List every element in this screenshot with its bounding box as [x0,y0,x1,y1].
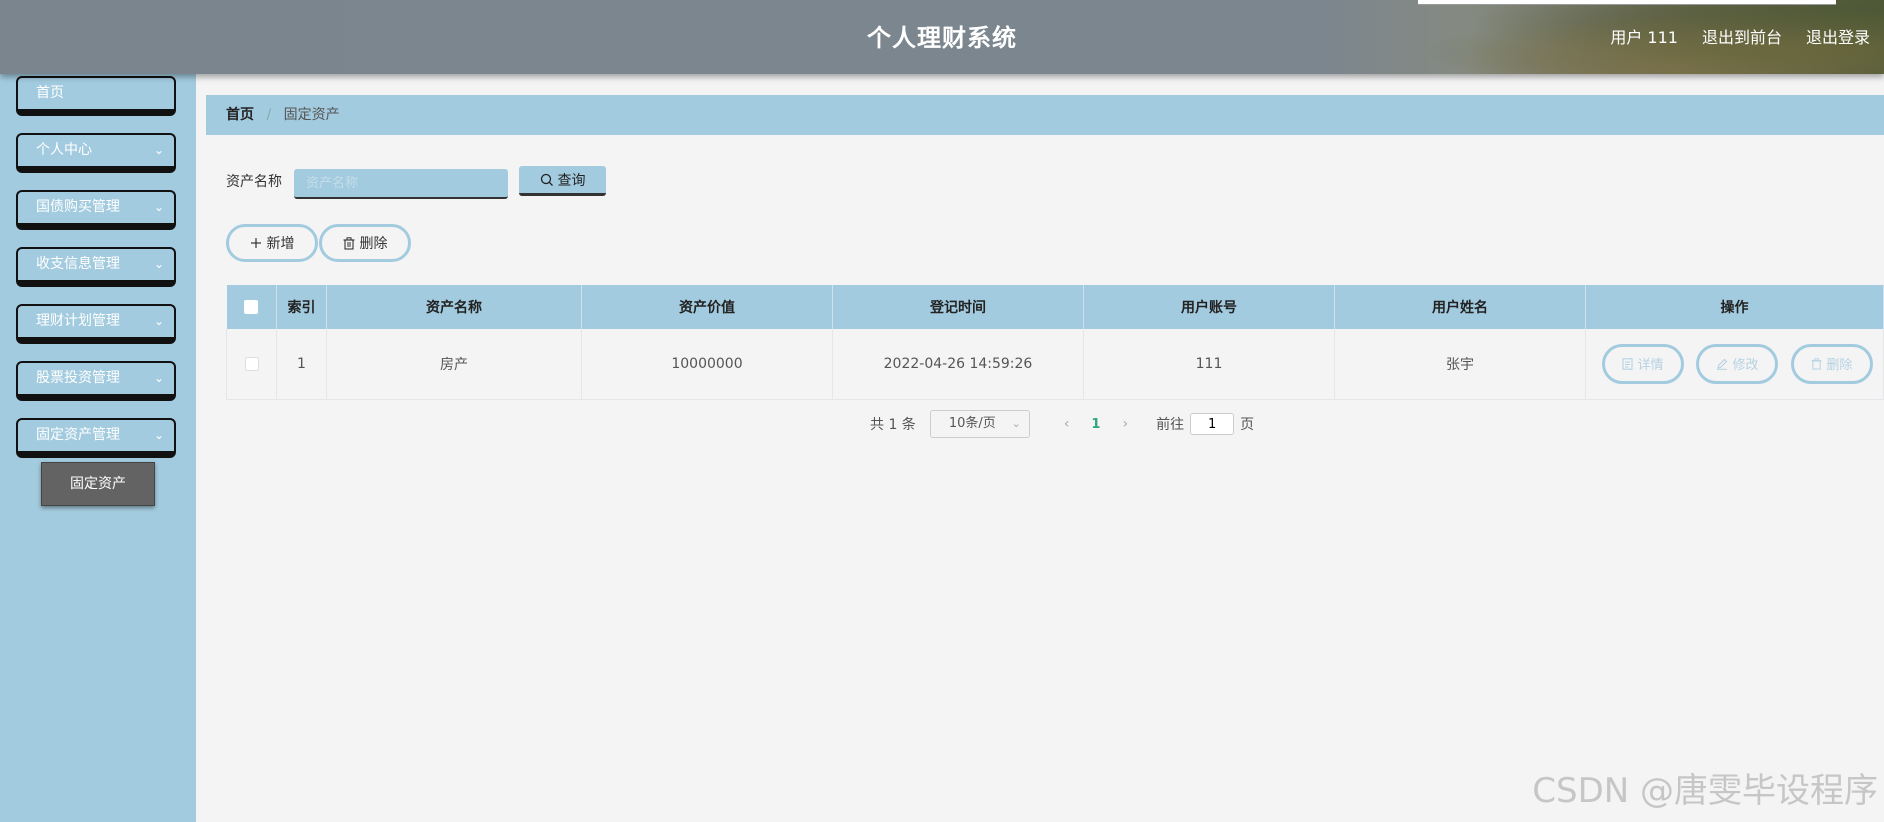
sidebar-item-label: 股票投资管理 [36,370,120,386]
edit-button-label: 修改 [1732,358,1759,374]
front-link[interactable]: 退出到前台 [1702,24,1782,48]
goto-label: 前往 [1156,417,1185,433]
cell-username: 张宇 [1334,329,1586,400]
search-label: 资产名称 [226,174,282,190]
table-header-row: 索引 资产名称 资产价值 登记时间 用户账号 用户姓名 操作 [226,285,1884,329]
add-button-label: 新增 [266,235,295,251]
delete-button-label: 删除 [359,235,388,251]
sidebar-item-label: 首页 [36,85,64,101]
breadcrumb-home[interactable]: 首页 [226,107,254,123]
sidebar-item-label: 理财计划管理 [36,313,120,329]
column-header-index: 索引 [276,285,327,329]
cell-time: 2022-04-26 14:59:26 [832,329,1084,400]
app-title: 个人理财系统 [867,24,1017,52]
submenu-fixed-asset[interactable]: 固定资产 [41,462,155,506]
chevron-down-icon: ⌄ [153,314,164,328]
search-icon [540,173,554,187]
edit-button[interactable]: 修改 [1696,343,1779,384]
breadcrumb: 首页 / 固定资产 [206,95,1884,135]
page-size-select[interactable]: 10条/页 ⌄ [929,410,1030,438]
detail-button-label: 详情 [1637,358,1664,374]
column-header-username: 用户姓名 [1334,285,1586,329]
sidebar-item-finance-plan[interactable]: 理财计划管理 ⌄ [16,304,176,344]
column-header-actions: 操作 [1585,285,1884,329]
column-header-value: 资产价值 [581,285,833,329]
detail-button[interactable]: 详情 [1602,343,1684,384]
cell-name: 房产 [326,329,582,400]
row-delete-button-label: 删除 [1826,358,1853,374]
breadcrumb-current: 固定资产 [283,107,340,123]
goto-page-input[interactable] [1190,413,1235,435]
top-header: 个人理财系统 用户 111 退出到前台 退出登录 [0,0,1884,74]
row-delete-button[interactable]: 删除 [1790,343,1873,384]
pagination-total: 共 1 条 [870,417,916,433]
page-number[interactable]: 1 [1091,417,1100,432]
sidebar: 首页 个人中心 ⌄ 国债购买管理 ⌄ 收支信息管理 ⌄ 理财计划管理 ⌄ 股票投… [0,74,196,822]
chevron-down-icon: ⌄ [153,200,164,214]
next-page-icon[interactable]: › [1122,416,1128,432]
screenshot-toolbar [1418,0,1836,5]
add-button[interactable]: 新增 [226,224,318,262]
prev-page-icon[interactable]: ‹ [1064,416,1070,432]
breadcrumb-separator: / [266,107,272,123]
column-header-name: 资产名称 [326,285,582,329]
header-nav: 用户 111 退出到前台 退出登录 [1610,24,1870,48]
trash-icon [343,236,355,250]
cell-actions: 详情 修改 删除 [1585,329,1884,400]
sidebar-item-income-expense[interactable]: 收支信息管理 ⌄ [16,247,176,287]
cell-value: 10000000 [581,329,833,400]
search-input[interactable] [294,169,508,199]
sidebar-item-stock-investment[interactable]: 股票投资管理 ⌄ [16,361,176,401]
chevron-down-icon: ⌄ [153,143,164,157]
pagination: 共 1 条 10条/页 ⌄ ‹ 1 › 前往 页 [870,410,1254,438]
delete-button[interactable]: 删除 [319,224,411,262]
user-label: 用户 111 [1610,28,1678,47]
sidebar-item-home[interactable]: 首页 [16,76,176,116]
asset-table: 索引 资产名称 资产价值 登记时间 用户账号 用户姓名 操作 1 房产 1000… [226,285,1884,400]
sidebar-item-personal-center[interactable]: 个人中心 ⌄ [16,133,176,173]
sidebar-item-label: 固定资产管理 [36,427,120,443]
column-header-account: 用户账号 [1083,285,1335,329]
search-button[interactable]: 查询 [519,166,606,196]
sidebar-item-bond-purchase[interactable]: 国债购买管理 ⌄ [16,190,176,230]
page-size-value: 10条/页 [948,416,996,431]
chevron-down-icon: ⌄ [153,257,164,271]
cell-account: 111 [1083,329,1335,400]
document-icon [1622,358,1634,370]
sidebar-item-label: 收支信息管理 [36,256,120,272]
row-checkbox[interactable] [244,356,259,371]
trash-icon [1811,358,1822,370]
chevron-down-icon: ⌄ [153,371,164,385]
table-row: 1 房产 10000000 2022-04-26 14:59:26 111 张宇… [226,329,1884,400]
cell-index: 1 [276,329,327,400]
chevron-down-icon: ⌄ [1011,417,1021,430]
sidebar-item-label: 国债购买管理 [36,199,120,215]
search-button-label: 查询 [557,171,586,188]
column-header-time: 登记时间 [832,285,1084,329]
watermark: CSDN @唐雯毕设程序 [1532,771,1878,811]
pencil-icon [1716,358,1728,370]
select-all-cell [226,285,277,329]
select-all-checkbox[interactable] [244,300,259,314]
page-unit-label: 页 [1240,417,1255,433]
logout-link[interactable]: 退出登录 [1806,24,1870,48]
sidebar-item-fixed-asset-management[interactable]: 固定资产管理 ⌄ [16,418,176,458]
plus-icon [250,237,262,249]
sidebar-item-label: 个人中心 [36,142,92,158]
chevron-down-icon: ⌄ [153,428,164,442]
row-select-cell [226,329,277,400]
